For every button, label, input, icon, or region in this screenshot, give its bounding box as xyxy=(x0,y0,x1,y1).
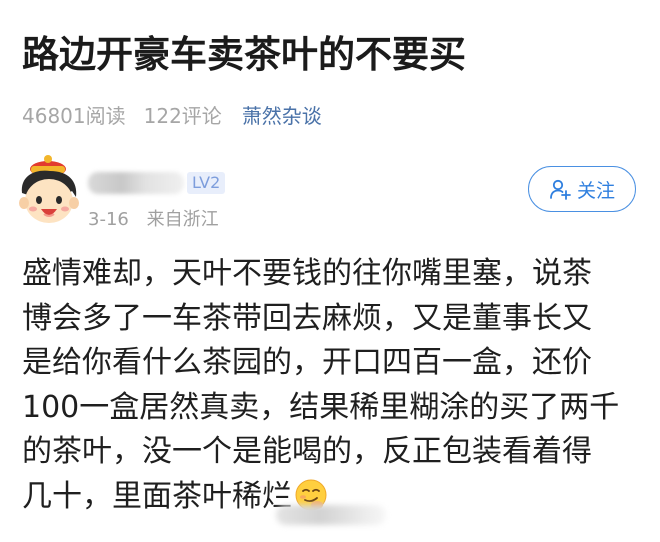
post-line: 的茶叶，没一个是能喝的，反正包装看着得 xyxy=(22,434,592,469)
post-line: 博会多了一车茶带回去麻烦，又是董事长又 xyxy=(22,300,592,336)
post-date: 3-16 xyxy=(88,209,129,230)
post-line: 盛情难却，天叶不要钱的往你嘴里塞，说茶 xyxy=(22,256,592,291)
post-line: 是给你看什么茶园的，开口四百一盒，还价 xyxy=(22,345,592,380)
read-count: 46801阅读 xyxy=(22,104,126,128)
avatar[interactable] xyxy=(14,151,84,229)
comment-count[interactable]: 122评论 xyxy=(144,100,222,129)
level-badge: LV2 xyxy=(187,172,226,194)
post-location: 来自浙江 xyxy=(146,209,219,230)
post-line: 几十，里面茶叶稀烂 xyxy=(22,478,292,514)
follow-label: 关注 xyxy=(576,179,615,202)
post-body: 盛情难却，天叶不要钱的往你嘴里塞，说茶 博会多了一车茶带回去麻烦，又是董事长又 … xyxy=(22,252,644,519)
follow-button[interactable]: 关注 xyxy=(528,166,636,212)
blurred-overlay xyxy=(276,505,386,525)
avatar-cartoon-icon xyxy=(19,155,79,223)
topic-link[interactable]: 萧然杂谈 xyxy=(242,100,322,129)
article-page: 路边开豪车卖茶叶的不要买 46801阅读 122评论 萧然杂谈 LV2 3-16… xyxy=(0,0,660,542)
username-blurred[interactable] xyxy=(88,172,184,194)
add-user-icon xyxy=(549,178,571,200)
article-title: 路边开豪车卖茶叶的不要买 xyxy=(22,33,466,76)
post-info: 3-16 来自浙江 xyxy=(88,205,231,231)
post-line: 100一盒居然真卖，结果稀里糊涂的买了两千 xyxy=(22,389,620,425)
article-meta: 46801阅读 122评论 萧然杂谈 xyxy=(22,100,340,129)
